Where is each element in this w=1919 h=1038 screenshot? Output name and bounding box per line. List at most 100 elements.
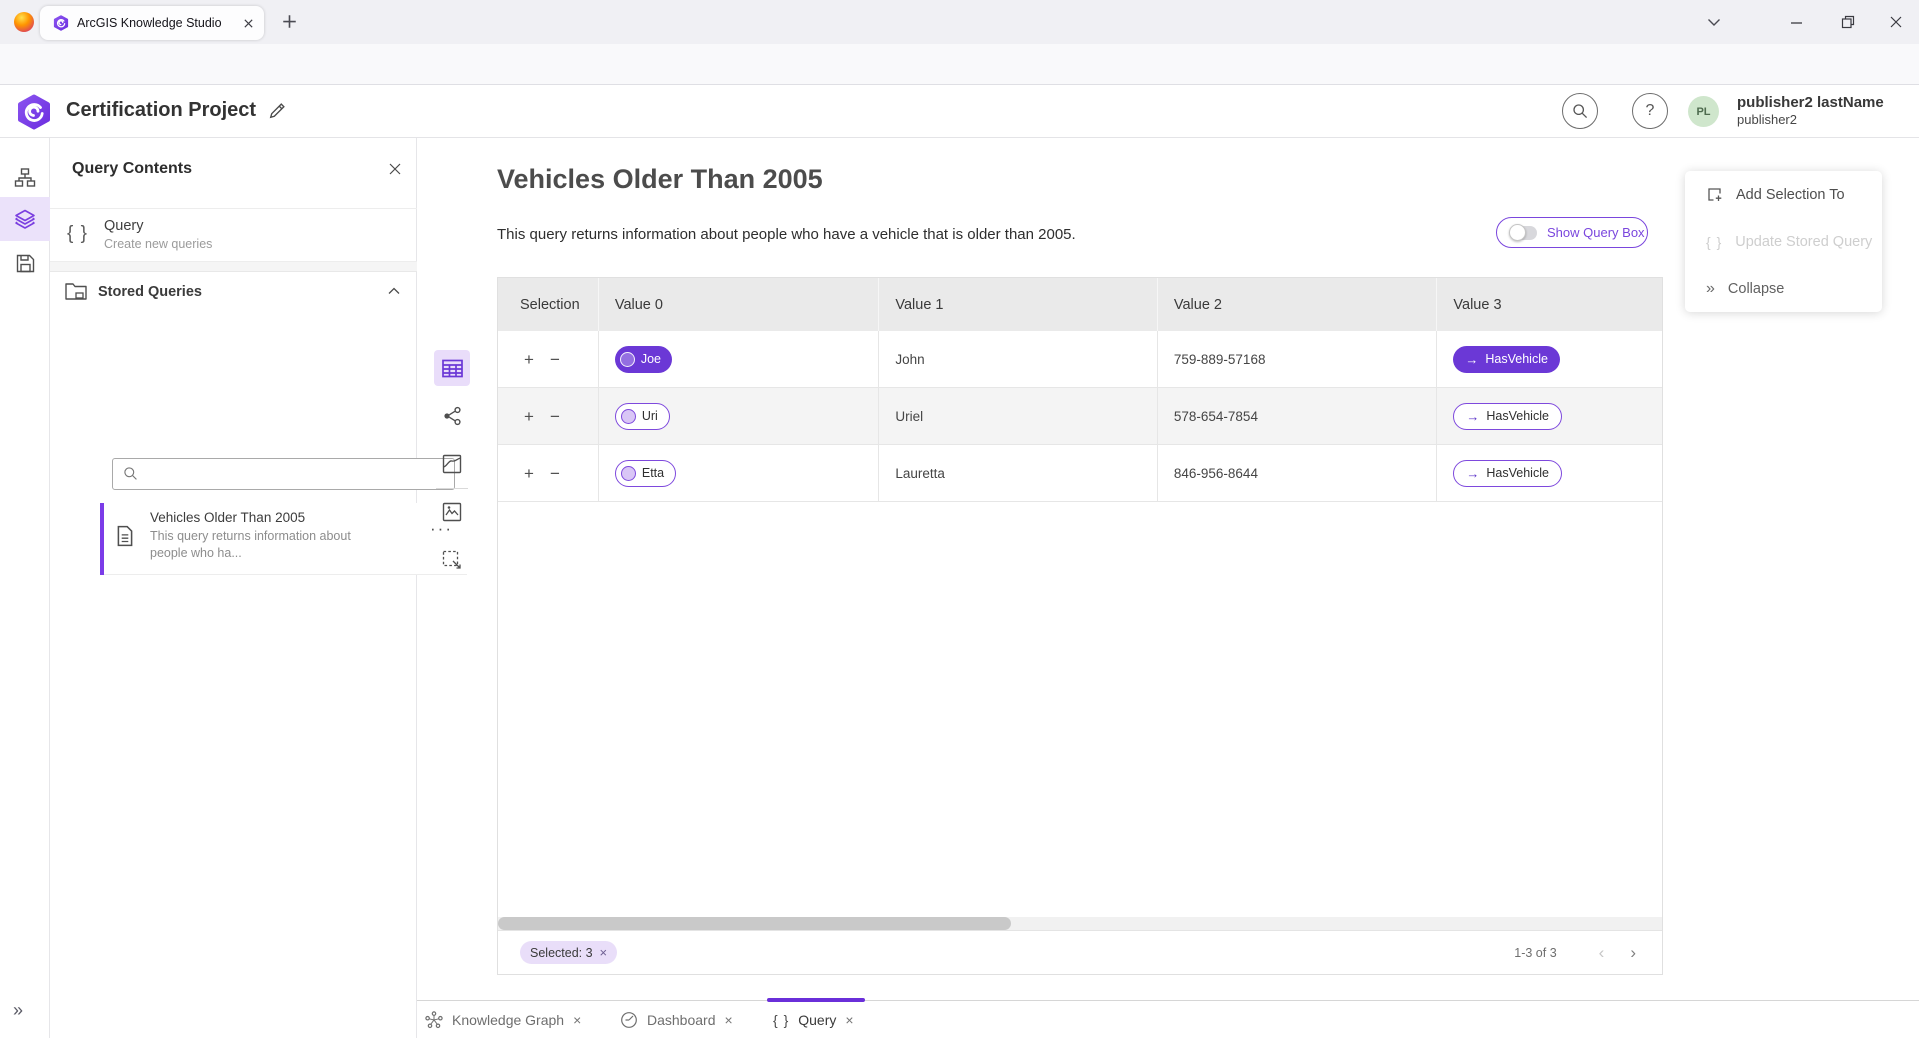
selected-count-chip[interactable]: Selected: 3 × xyxy=(520,941,617,964)
column-header-value1[interactable]: Value 1 xyxy=(878,278,1157,331)
entity-dot-icon xyxy=(620,352,635,367)
horizontal-scrollbar[interactable] xyxy=(498,917,1662,930)
column-header-value3[interactable]: Value 3 xyxy=(1436,278,1662,331)
arrow-right-icon: → xyxy=(1465,352,1478,367)
stored-queries-header[interactable]: Stored Queries xyxy=(50,272,417,312)
stored-query-item[interactable]: Vehicles Older Than 2005 This query retu… xyxy=(100,503,467,575)
column-header-value0[interactable]: Value 0 xyxy=(598,278,879,331)
tab-close-icon[interactable]: × xyxy=(725,1012,733,1028)
cell-value: 759-889-57168 xyxy=(1174,352,1266,367)
window-restore-button[interactable] xyxy=(1832,10,1864,34)
sidebar-item-data-model[interactable] xyxy=(0,156,50,200)
dashboard-gauge-icon xyxy=(620,1011,638,1029)
tab-close-icon[interactable] xyxy=(243,18,254,29)
tab-close-icon[interactable]: × xyxy=(845,1012,853,1028)
add-selection-button[interactable]: + xyxy=(524,408,534,425)
menu-item-collapse[interactable]: » Collapse xyxy=(1685,265,1882,312)
tab-close-icon[interactable]: × xyxy=(573,1012,581,1028)
search-icon xyxy=(123,466,138,481)
query-item[interactable]: { } Query Create new queries xyxy=(50,208,417,262)
column-header-value2[interactable]: Value 2 xyxy=(1157,278,1437,331)
table-view-button[interactable] xyxy=(434,350,470,386)
add-selection-button[interactable]: + xyxy=(524,351,534,368)
tab-knowledge-graph[interactable]: Knowledge Graph × xyxy=(425,1001,581,1038)
edit-pencil-icon[interactable] xyxy=(268,102,286,120)
chevron-up-icon[interactable] xyxy=(388,287,400,295)
project-title: Certification Project xyxy=(66,99,256,122)
knowledge-graph-icon xyxy=(425,1011,443,1029)
link-chart-view-button[interactable] xyxy=(434,398,470,434)
relationship-pill[interactable]: →HasVehicle xyxy=(1453,346,1560,373)
stored-query-description: This query returns information about peo… xyxy=(150,528,388,561)
entity-pill[interactable]: Uri xyxy=(615,403,670,430)
add-to-map-button[interactable] xyxy=(434,494,470,530)
new-tab-button[interactable] xyxy=(282,14,297,29)
search-button[interactable] xyxy=(1562,93,1598,129)
next-page-button[interactable]: › xyxy=(1630,944,1636,961)
entity-pill[interactable]: Etta xyxy=(615,460,676,487)
question-icon: ? xyxy=(1646,102,1655,120)
selected-indicator xyxy=(100,503,104,575)
braces-icon: { } xyxy=(67,223,88,245)
left-rail: » xyxy=(0,138,50,1038)
relationship-pill[interactable]: →HasVehicle xyxy=(1453,403,1562,430)
cell-value: 578-654-7854 xyxy=(1174,409,1258,424)
strip-divider xyxy=(436,488,468,489)
add-selection-button[interactable]: + xyxy=(524,465,534,482)
query-contents-panel: Query Contents { } Query Create new quer… xyxy=(50,138,417,1038)
sidebar-item-contents[interactable] xyxy=(0,197,50,241)
scrollbar-thumb[interactable] xyxy=(498,917,1011,930)
window-minimize-button[interactable] xyxy=(1780,10,1812,34)
show-query-box-toggle[interactable] xyxy=(1509,224,1537,241)
show-query-box-button[interactable]: Show Query Box xyxy=(1496,217,1648,248)
menu-item-update-stored-query: { } Update Stored Query xyxy=(1685,218,1882,265)
page-title: Vehicles Older Than 2005 xyxy=(497,164,823,195)
user-info[interactable]: publisher2 lastName publisher2 xyxy=(1737,94,1884,128)
panel-close-icon[interactable] xyxy=(388,162,402,176)
browser-titlebar: ArcGIS Knowledge Studio xyxy=(0,0,1919,44)
entity-dot-icon xyxy=(621,466,636,481)
select-tool-button[interactable] xyxy=(434,542,470,578)
remove-selection-button[interactable]: − xyxy=(550,465,560,482)
clear-selection-icon[interactable]: × xyxy=(600,945,608,960)
browser-toolbar: https://dev0028833.esri.com/portal/apps/… xyxy=(0,44,1919,85)
help-button[interactable]: ? xyxy=(1632,93,1668,129)
tab-list-chevron-icon[interactable] xyxy=(1698,10,1730,34)
show-query-box-label: Show Query Box xyxy=(1547,225,1645,240)
screen: ArcGIS Knowledge Studio xyxy=(0,0,1919,1038)
braces-icon: { } xyxy=(1706,234,1722,250)
tab-title: ArcGIS Knowledge Studio xyxy=(77,16,235,30)
expand-rail-button[interactable]: » xyxy=(13,1000,23,1021)
add-selection-to-icon xyxy=(1706,186,1723,203)
previous-page-button[interactable]: ‹ xyxy=(1599,944,1605,961)
user-name: publisher2 lastName xyxy=(1737,94,1884,112)
remove-selection-button[interactable]: − xyxy=(550,351,560,368)
stored-queries-search-input[interactable] xyxy=(112,458,455,490)
avatar[interactable]: PL xyxy=(1688,96,1719,127)
app-header: Certification Project ? PL publisher2 la… xyxy=(0,85,1919,138)
page-description: This query returns information about peo… xyxy=(497,226,1076,243)
table-row[interactable]: + − Uri Uriel 578-654-7854 →HasVehicle xyxy=(498,388,1662,445)
stored-query-title: Vehicles Older Than 2005 xyxy=(150,510,305,525)
remove-selection-button[interactable]: − xyxy=(550,408,560,425)
map-view-button[interactable] xyxy=(434,446,470,482)
sidebar-item-save[interactable] xyxy=(0,241,50,285)
app-logo-icon xyxy=(16,94,52,130)
relationship-pill[interactable]: →HasVehicle xyxy=(1453,460,1562,487)
tab-favicon-icon xyxy=(53,15,69,31)
query-item-title: Query xyxy=(104,218,144,234)
table-row[interactable]: + − Etta Lauretta 846-956-8644 →HasVehic… xyxy=(498,445,1662,502)
entity-pill[interactable]: Joe xyxy=(615,346,672,373)
column-header-selection[interactable]: Selection xyxy=(498,278,598,331)
stored-query-doc-icon xyxy=(115,525,135,547)
cell-value: John xyxy=(895,352,924,367)
cell-value: Lauretta xyxy=(895,466,945,481)
tab-dashboard[interactable]: Dashboard × xyxy=(620,1001,733,1038)
query-item-subtitle: Create new queries xyxy=(104,237,212,251)
window-close-button[interactable] xyxy=(1880,10,1912,34)
results-table: Selection Value 0 Value 1 Value 2 Value … xyxy=(497,277,1663,975)
browser-tab[interactable]: ArcGIS Knowledge Studio xyxy=(40,6,264,40)
menu-item-add-selection-to[interactable]: Add Selection To xyxy=(1685,171,1882,218)
table-row[interactable]: + − Joe John 759-889-57168 →HasVehicle xyxy=(498,331,1662,388)
tab-query[interactable]: { } Query × xyxy=(773,1001,854,1038)
